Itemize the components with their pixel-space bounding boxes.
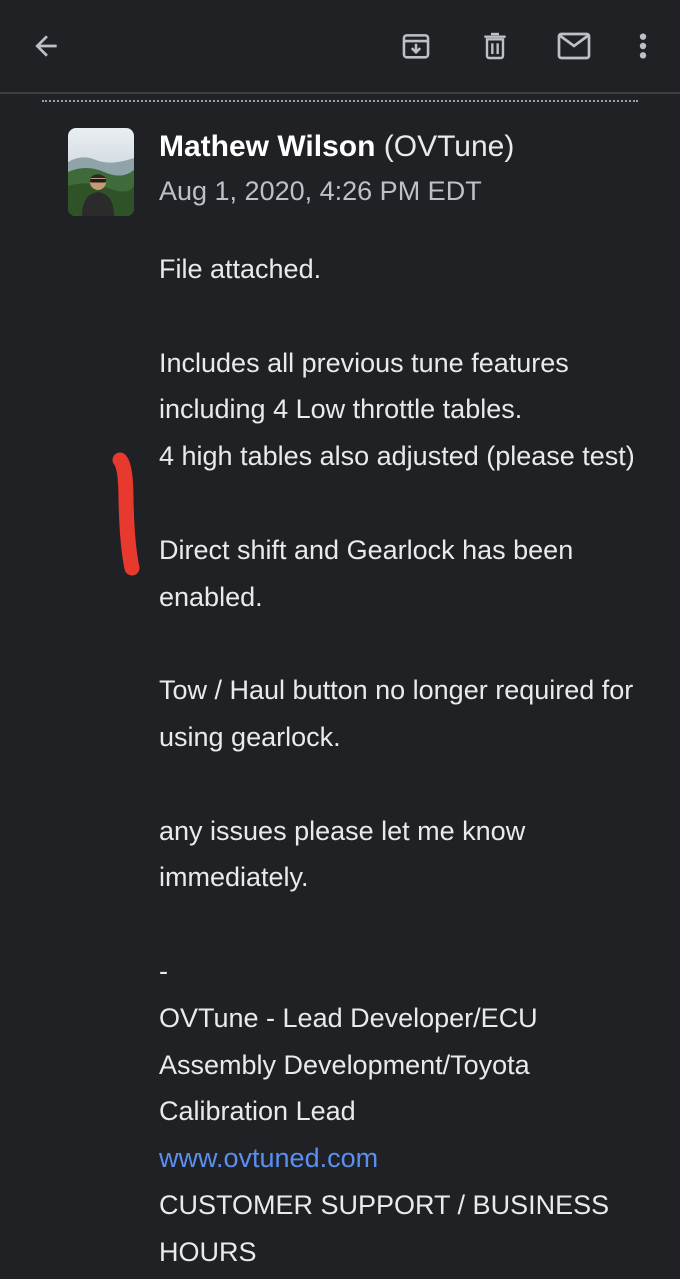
more-options-button[interactable] [619, 22, 667, 70]
arrow-back-icon [35, 35, 57, 57]
body-paragraph: Includes all previous tune features incl… [159, 347, 635, 472]
signature-title: OVTune - Lead Developer/ECU Assembly Dev… [159, 1002, 538, 1127]
avatar-photo [68, 128, 134, 216]
website-link[interactable]: www.ovtuned.com [159, 1135, 639, 1182]
back-button[interactable] [22, 22, 70, 70]
sender-name: Mathew Wilson [159, 130, 376, 163]
archive-icon [402, 34, 430, 59]
sender-avatar[interactable] [68, 128, 134, 216]
trash-icon [484, 32, 506, 60]
sender-line[interactable]: Mathew Wilson (OVTune) [159, 128, 514, 166]
message-body: File attached. Includes all previous tun… [159, 246, 639, 1276]
signature-dash: - [159, 955, 168, 986]
app-toolbar [0, 0, 680, 92]
signature: - OVTune - Lead Developer/ECU Assembly D… [159, 948, 639, 1276]
signature-support: CUSTOMER SUPPORT / BUSINESS HOURS [159, 1189, 610, 1267]
body-paragraph: File attached. [159, 254, 322, 284]
red-pen-annotation [100, 450, 160, 590]
message-date: Aug 1, 2020, 4:26 PM EDT [159, 176, 482, 206]
delete-button[interactable] [471, 22, 519, 70]
body-paragraph: Direct shift and Gearlock has been enabl… [159, 534, 574, 612]
mail-icon [557, 32, 591, 60]
toolbar-divider [0, 92, 680, 94]
body-paragraph: any issues please let me know immediatel… [159, 815, 526, 893]
archive-button[interactable] [392, 22, 440, 70]
more-vert-icon [639, 33, 647, 59]
mark-unread-button[interactable] [550, 22, 598, 70]
sender-org: (OVTune) [383, 130, 515, 163]
body-paragraph: Tow / Haul button no longer required for… [159, 675, 634, 752]
collapsed-messages-divider[interactable] [42, 100, 638, 102]
